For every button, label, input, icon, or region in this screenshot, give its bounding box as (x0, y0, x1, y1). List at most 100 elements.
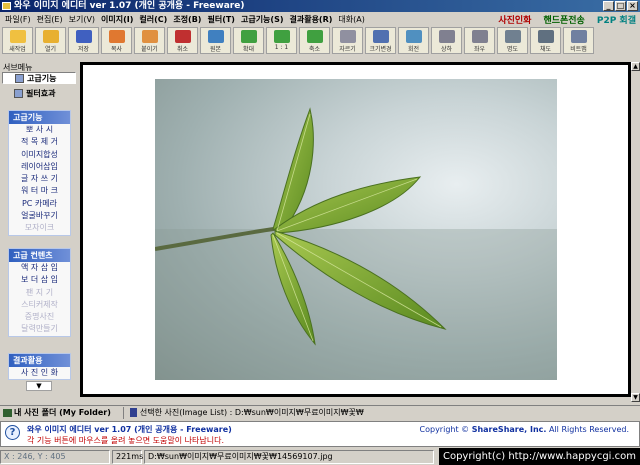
copyright-company: ShareShare, Inc. (471, 425, 547, 434)
sidebar-item[interactable]: 팬 지 기 (9, 287, 70, 299)
my-folder-label[interactable]: 내 사진 폴더 (My Folder) (14, 407, 111, 418)
vertical-scrollbar[interactable]: ▲ ▼ (631, 62, 640, 402)
copyright-suffix: All Rights Reserved. (548, 425, 629, 434)
help-panel: ? 와우 이미지 에디터 ver 1.07 (개인 공개용 - Freeware… (0, 421, 640, 447)
filter-tab-icon (14, 88, 23, 98)
toolbar-label: 상하 (440, 46, 453, 53)
toolbar-icon (306, 30, 323, 43)
menu-view[interactable]: 보기(V) (66, 14, 98, 25)
toolbar-button-5[interactable]: 취소 (167, 27, 198, 54)
toolbar-button-9[interactable]: 축소 (299, 27, 330, 54)
sidebar-item[interactable]: 얼굴바꾸기 (9, 210, 70, 222)
sidebar-item[interactable]: 증명사진 (9, 311, 70, 323)
toolbar-button-11[interactable]: 크기변경 (365, 27, 396, 54)
image-canvas[interactable] (80, 62, 631, 397)
scroll-up-arrow-icon[interactable]: ▲ (631, 62, 640, 71)
toolbar-label: 크기변경 (369, 46, 392, 53)
sidebar-item[interactable]: 모자이크 (9, 222, 70, 234)
toolbar-button-1[interactable]: 열기 (35, 27, 66, 54)
toolbar-button-4[interactable]: 붙이기 (134, 27, 165, 54)
toolbar-button-15[interactable]: 명도 (497, 27, 528, 54)
toolbar-label: 복사 (110, 46, 123, 53)
file-path: D:₩sun₩이미지₩무료이미지₩꽃₩14569107.jpg (144, 449, 434, 464)
toolbar-label: 1 : 1 (274, 44, 289, 51)
scroll-down-arrow-icon[interactable]: ▼ (631, 393, 640, 402)
close-button[interactable]: × (627, 1, 638, 11)
p2p-gallery-link[interactable]: P2P 회갤 (597, 13, 636, 26)
toolbar-label: 열기 (44, 46, 57, 53)
menu-advanced[interactable]: 고급기능(S) (238, 14, 287, 25)
image-list-icon (129, 408, 137, 417)
app-icon (2, 2, 11, 10)
tab-advanced-label: 고급기능 (27, 73, 57, 83)
cursor-coordinates: X : 246, Y : 405 (0, 449, 110, 464)
toolbar-icon (9, 30, 26, 43)
sidebar-item[interactable]: 뽀 사 시 (9, 124, 70, 136)
photo-print-link[interactable]: 사진인화 (498, 13, 531, 26)
toolbar-label: 축소 (308, 46, 321, 53)
toolbar-button-2[interactable]: 저장 (68, 27, 99, 54)
toolbar-button-8[interactable]: 1 : 1 (266, 27, 297, 54)
sidebar-item[interactable]: 적 목 제 거 (9, 136, 70, 148)
toolbar-label: 자르기 (339, 46, 356, 53)
toolbar-button-17[interactable]: 비트맵 (563, 27, 594, 54)
toolbar-button-10[interactable]: 자르기 (332, 27, 363, 54)
toolbar-label: 회전 (407, 46, 420, 53)
toolbar-button-12[interactable]: 회전 (398, 27, 429, 54)
toolbar-label: 확대 (242, 46, 255, 53)
toolbar-button-6[interactable]: 원본 (200, 27, 231, 54)
toolbar-icon (471, 30, 488, 43)
toolbar-icon (240, 30, 257, 43)
toolbar-label: 명도 (506, 46, 519, 53)
minimize-button[interactable]: _ (603, 1, 614, 11)
sidebar-item[interactable]: PC 카메라 (9, 198, 70, 210)
menu-chat[interactable]: 대화(A) (335, 14, 367, 25)
toolbar-button-7[interactable]: 확대 (233, 27, 264, 54)
menu-adjust[interactable]: 조정(B) (170, 14, 204, 25)
phone-send-link[interactable]: 핸드폰전송 (543, 13, 584, 26)
sidebar-item[interactable]: 달력만들기 (9, 323, 70, 335)
toolbar-icon (537, 30, 554, 43)
menu-edit[interactable]: 편집(E) (34, 14, 66, 25)
sidebar-item[interactable]: 글 자 쓰 기 (9, 173, 70, 185)
toolbar-button-16[interactable]: 채도 (530, 27, 561, 54)
sidebar-item[interactable]: 스티커제작 (9, 299, 70, 311)
sidebar-item[interactable]: 액 자 삽 입 (9, 262, 70, 274)
menu-results[interactable]: 결과활용(R) (286, 14, 335, 25)
status-bar: X : 246, Y : 405 221ms D:₩sun₩이미지₩무료이미지₩… (0, 448, 640, 465)
sidebar-item[interactable]: 사 진 인 화 (9, 367, 70, 379)
sidebar-item[interactable]: 보 더 삽 입 (9, 274, 70, 286)
image-list-path: 선택한 사진(Image List) : D:₩sun₩이미지₩무료이미지₩꽃₩ (139, 408, 364, 417)
menu-bar: 파일(F) 편집(E) 보기(V) 이미지(I) 컬러(C) 조정(B) 필터(… (0, 12, 640, 27)
toolbar-icon (504, 30, 521, 43)
window-controls: _ □ × (603, 1, 638, 11)
title-bar: 와우 이미지 에디터 ver 1.07 (개인 공개용 - Freeware) … (0, 0, 640, 12)
menu-filter[interactable]: 필터(T) (204, 14, 238, 25)
tab-filter-effects[interactable]: 필터효과 (2, 87, 76, 99)
toolbar-icon (372, 30, 389, 43)
toolbar-button-3[interactable]: 복사 (101, 27, 132, 54)
sidebar-item[interactable]: 레이어삽입 (9, 161, 70, 173)
toolbar: 새작업 열기 저장 복사 붙이기 취소 원본 확대 1 : 1 축소 자르기 크기변경 회전 상하 좌우 명도… (2, 27, 638, 57)
menu-color[interactable]: 컬러(C) (136, 14, 170, 25)
menu-right-links: 사진인화 핸드폰전송 P2P 회갤 (498, 13, 636, 26)
toolbar-icon (405, 30, 422, 43)
sidebar-item[interactable]: 워 터 마 크 (9, 185, 70, 197)
toolbar-icon (141, 30, 158, 43)
sidebar-item[interactable]: 이미지합성 (9, 149, 70, 161)
group-advanced: 고급기능 뽀 사 시적 목 제 거 이미지합성 레이어삽입 글 자 쓰 기워 터 마 … (8, 110, 71, 236)
sidebar-scroll-down-button[interactable]: ▼ (26, 381, 52, 391)
menu-image[interactable]: 이미지(I) (98, 14, 136, 25)
toolbar-button-14[interactable]: 좌우 (464, 27, 495, 54)
menu-file[interactable]: 파일(F) (2, 14, 34, 25)
sub-menu-panel: 서브메뉴 고급기능 필터효과 고급기능 뽀 사 시적 목 제 거 이미지합성 레이어… (0, 60, 78, 400)
toolbar-button-13[interactable]: 상하 (431, 27, 462, 54)
tab-advanced[interactable]: 고급기능 (2, 72, 76, 84)
maximize-button[interactable]: □ (615, 1, 626, 11)
folder-icon (3, 409, 12, 417)
toolbar-icon (108, 30, 125, 43)
toolbar-label: 취소 (176, 46, 189, 53)
toolbar-label: 좌우 (473, 46, 486, 53)
toolbar-label: 원본 (209, 46, 222, 53)
toolbar-button-0[interactable]: 새작업 (2, 27, 33, 54)
